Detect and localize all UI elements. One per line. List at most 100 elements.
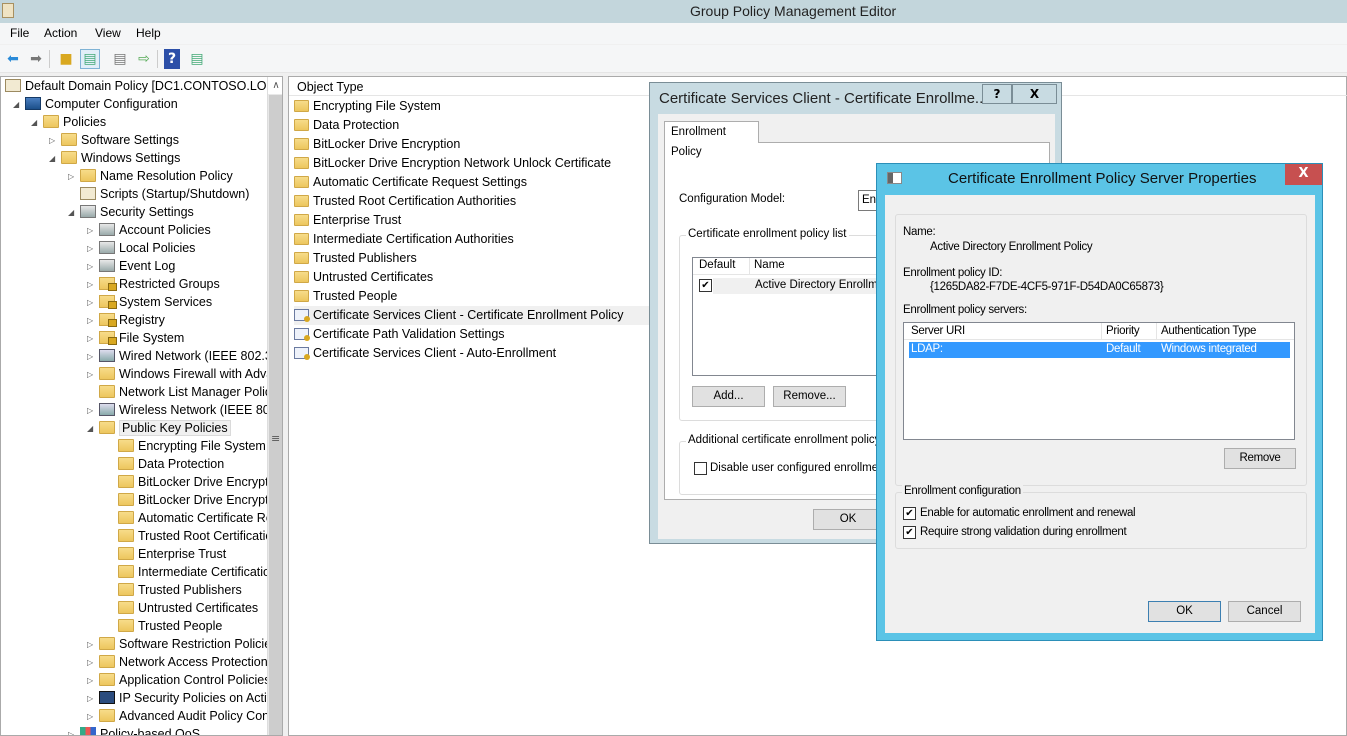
tree-item[interactable]: Default Domain Policy [DC1.CONTOSO.LOCAL…	[5, 77, 282, 95]
tree-item[interactable]: Trusted Root Certification Authorities	[106, 527, 282, 545]
tree-item[interactable]: ▷ Name Resolution Policy	[68, 167, 233, 185]
collapse-triangle-icon[interactable]: ◢	[87, 420, 99, 438]
list-item[interactable]: Data Protection	[294, 116, 649, 135]
menu-file[interactable]: File	[10, 26, 29, 40]
menu-view[interactable]: View	[95, 26, 121, 40]
server-row[interactable]: LDAP: Default Windows integrated	[909, 342, 1290, 358]
expand-triangle-icon[interactable]: ▷	[87, 708, 99, 726]
menu-action[interactable]: Action	[44, 26, 77, 40]
tree-item[interactable]: ▷ Registry	[87, 311, 165, 329]
tree-item[interactable]: ▷ Restricted Groups	[87, 275, 220, 293]
auto-enroll-checkbox[interactable]: ✔	[903, 507, 916, 520]
tree-item[interactable]: ◢ Computer Configuration	[13, 95, 178, 113]
list-item[interactable]: Certificate Services Client - Auto-Enrol…	[294, 344, 649, 363]
list-item[interactable]: Encrypting File System	[294, 97, 649, 116]
list-item[interactable]: Trusted Publishers	[294, 249, 649, 268]
tree-item[interactable]: ◢ Security Settings	[68, 203, 194, 221]
show-action-pane-icon[interactable]: ▤	[187, 49, 207, 69]
disable-user-checkbox[interactable]	[694, 462, 707, 475]
properties-icon[interactable]: ▤	[110, 49, 130, 69]
tree-item[interactable]: Automatic Certificate Request Settings	[106, 509, 282, 527]
list-item[interactable]: Enterprise Trust	[294, 211, 649, 230]
list-item[interactable]: Untrusted Certificates	[294, 268, 649, 287]
tree-item[interactable]: ▷ Software Settings	[49, 131, 179, 149]
column-priority[interactable]: Priority	[1106, 325, 1140, 337]
forward-arrow-icon[interactable]: ➡	[26, 49, 46, 69]
show-hide-console-tree-icon[interactable]: ▤	[80, 49, 100, 69]
ok-button[interactable]: OK	[813, 509, 883, 530]
collapse-triangle-icon[interactable]: ◢	[31, 114, 43, 132]
tree-item[interactable]: Untrusted Certificates	[106, 599, 258, 617]
expand-triangle-icon[interactable]: ▷	[87, 258, 99, 276]
tree-item[interactable]: ▷ Advanced Audit Policy Configuration	[87, 707, 282, 726]
menu-help[interactable]: Help	[136, 26, 161, 40]
column-name[interactable]: Name	[754, 259, 785, 271]
servers-listview[interactable]: Server URI Priority Authentication Type …	[903, 322, 1295, 440]
tree-item[interactable]: Scripts (Startup/Shutdown)	[68, 185, 249, 203]
tree-item[interactable]: Intermediate Certification Authorities	[106, 563, 282, 581]
tree-scrollbar[interactable]: ∧ ≡	[267, 77, 282, 735]
column-authentication-type[interactable]: Authentication Type	[1161, 325, 1256, 337]
tree-item[interactable]: Network List Manager Policies	[87, 383, 282, 401]
help-icon[interactable]: ?	[164, 49, 180, 69]
cancel-button[interactable]: Cancel	[1228, 601, 1301, 622]
tree-item[interactable]: Trusted People	[106, 617, 222, 635]
collapse-triangle-icon[interactable]: ◢	[68, 204, 80, 222]
tree-item[interactable]: ◢ Public Key Policies	[87, 419, 231, 437]
expand-triangle-icon[interactable]: ▷	[87, 402, 99, 420]
back-arrow-icon[interactable]: ⬅	[3, 49, 23, 69]
expand-triangle-icon[interactable]: ▷	[87, 366, 99, 384]
remove-server-button[interactable]: Remove	[1224, 448, 1296, 469]
column-server-uri[interactable]: Server URI	[911, 325, 965, 337]
up-folder-icon[interactable]: ■	[56, 49, 76, 69]
close-button[interactable]: X	[1285, 164, 1322, 185]
list-item[interactable]: Trusted People	[294, 287, 649, 306]
tree-item[interactable]: ▷ Policy-based QoS	[68, 725, 200, 735]
collapse-triangle-icon[interactable]: ◢	[49, 150, 61, 168]
default-checkbox[interactable]: ✔	[699, 279, 712, 292]
column-default[interactable]: Default	[699, 259, 735, 271]
tree-item[interactable]: ▷ IP Security Policies on Active Director…	[87, 689, 282, 708]
list-item[interactable]: Intermediate Certification Authorities	[294, 230, 649, 249]
expand-triangle-icon[interactable]: ▷	[87, 672, 99, 690]
strong-validation-checkbox[interactable]: ✔	[903, 526, 916, 539]
ok-button[interactable]: OK	[1148, 601, 1221, 622]
expand-triangle-icon[interactable]: ▷	[49, 132, 61, 150]
add-button[interactable]: Add...	[692, 386, 765, 407]
expand-triangle-icon[interactable]: ▷	[68, 168, 80, 186]
expand-triangle-icon[interactable]: ▷	[87, 654, 99, 672]
tree-item[interactable]: ◢ Windows Settings	[49, 149, 180, 167]
expand-triangle-icon[interactable]: ▷	[87, 240, 99, 258]
scroll-up-icon[interactable]: ∧	[268, 77, 282, 94]
remove-button[interactable]: Remove...	[773, 386, 846, 407]
list-item[interactable]: Automatic Certificate Request Settings	[294, 173, 649, 192]
tree-item[interactable]: Data Protection	[106, 455, 224, 473]
expand-triangle-icon[interactable]: ▷	[87, 636, 99, 654]
expand-triangle-icon[interactable]: ▷	[87, 222, 99, 240]
console-tree[interactable]: ▷ Policy-based QoS ▷ Advanced Audit Policy …	[0, 76, 283, 736]
list-item[interactable]: BitLocker Drive Encryption	[294, 135, 649, 154]
expand-triangle-icon[interactable]: ▷	[87, 330, 99, 348]
tree-item[interactable]: ▷ Account Policies	[87, 221, 211, 239]
expand-triangle-icon[interactable]: ▷	[87, 690, 99, 708]
tree-item[interactable]: ▷ Windows Firewall with Advanced Security	[87, 365, 282, 384]
tree-item[interactable]: BitLocker Drive Encryption	[106, 473, 282, 491]
scroll-thumb[interactable]	[269, 95, 282, 735]
list-item[interactable]: BitLocker Drive Encryption Network Unloc…	[294, 154, 649, 173]
tree-item[interactable]: ▷ Wired Network (IEEE 802.3) Policies	[87, 347, 282, 366]
export-list-icon[interactable]: ⇨	[134, 49, 154, 69]
tab-enrollment-policy[interactable]: Enrollment Policy	[664, 121, 759, 158]
close-button[interactable]: X	[1012, 84, 1057, 104]
tree-item[interactable]: Encrypting File System	[106, 437, 266, 455]
tree-item[interactable]: ▷ Event Log	[87, 257, 175, 275]
expand-triangle-icon[interactable]: ▷	[87, 312, 99, 330]
tree-item[interactable]: ▷ File System	[87, 329, 184, 347]
expand-triangle-icon[interactable]: ▷	[87, 294, 99, 312]
tree-item[interactable]: ▷ Software Restriction Policies	[87, 635, 277, 653]
tree-item[interactable]: ▷ Application Control Policies	[87, 671, 270, 689]
list-item[interactable]: Certificate Path Validation Settings	[294, 325, 649, 344]
expand-triangle-icon[interactable]: ▷	[87, 348, 99, 366]
list-item[interactable]: Trusted Root Certification Authorities	[294, 192, 649, 211]
tree-item[interactable]: ▷ Network Access Protection	[87, 653, 268, 671]
tree-item[interactable]: Trusted Publishers	[106, 581, 242, 599]
